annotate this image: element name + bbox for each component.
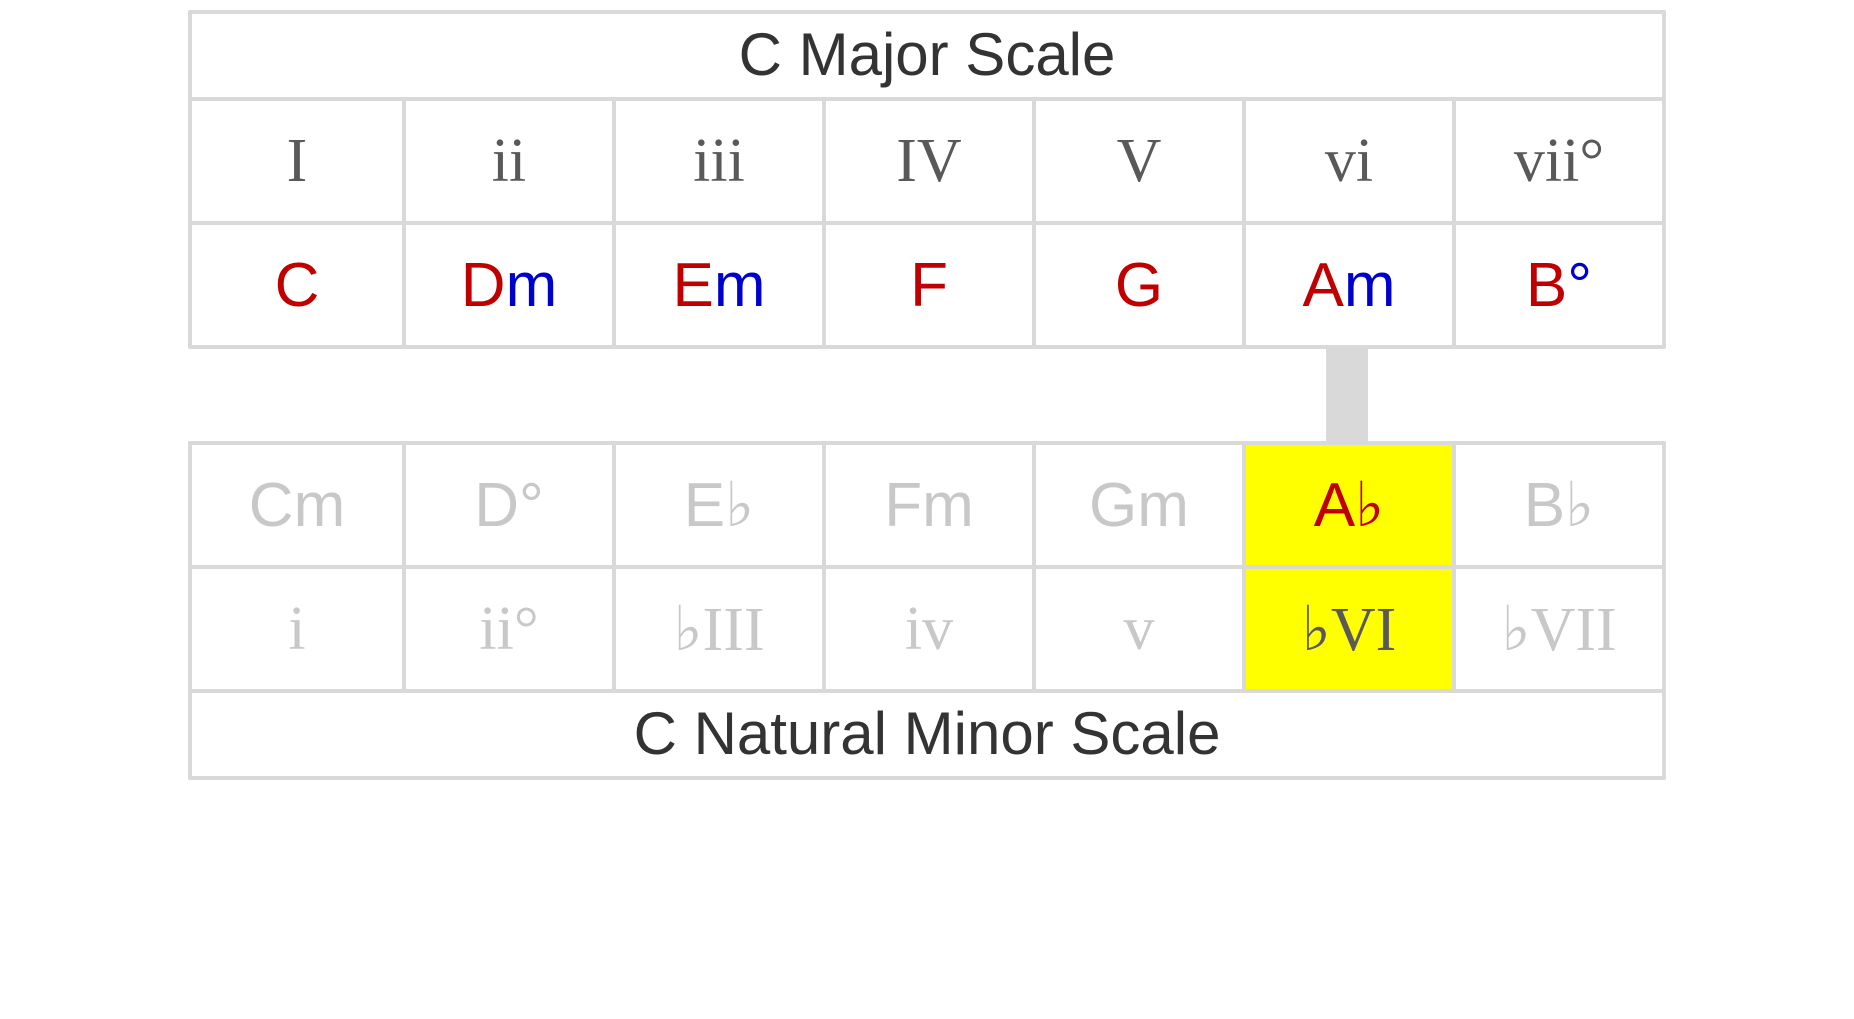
chord-cell: F xyxy=(822,225,1032,345)
major-scale-block: C Major Scale I ii iii IV V vi vii° C Dm… xyxy=(188,10,1666,349)
roman-numeral: ♭VII xyxy=(1501,592,1616,666)
roman-numeral: vii° xyxy=(1514,126,1604,197)
roman-numeral: ii° xyxy=(479,594,538,665)
roman-numeral: ♭III xyxy=(673,592,764,666)
minor-scale-block: Cm D° E♭ Fm Gm A♭ B♭ i ii° ♭III iv v ♭VI… xyxy=(188,441,1666,780)
connector-bar xyxy=(1326,349,1368,441)
chord-cell: E♭ xyxy=(612,445,822,565)
chord-cell: Dm xyxy=(402,225,612,345)
roman-numeral: iv xyxy=(905,594,953,665)
chord-cell: C xyxy=(192,225,402,345)
chord-cell: B° xyxy=(1452,225,1662,345)
roman-numeral: vi xyxy=(1325,126,1373,197)
roman-numeral: ii xyxy=(492,126,526,197)
roman-numeral: i xyxy=(288,594,305,665)
chord-cell: Em xyxy=(612,225,822,345)
minor-chord-row: Cm D° E♭ Fm Gm A♭ B♭ xyxy=(192,445,1662,565)
scale-comparison-diagram: C Major Scale I ii iii IV V vi vii° C Dm… xyxy=(188,10,1666,780)
chord-cell: D° xyxy=(402,445,612,565)
chord-cell: Cm xyxy=(192,445,402,565)
minor-roman-row: i ii° ♭III iv v ♭VI ♭VII xyxy=(192,565,1662,689)
minor-title: C Natural Minor Scale xyxy=(192,689,1662,776)
chord-cell: B♭ xyxy=(1452,445,1662,565)
major-chord-row: C Dm Em F G Am B° xyxy=(192,221,1662,345)
chord-cell: Gm xyxy=(1032,445,1242,565)
roman-numeral-highlight: ♭VI xyxy=(1302,592,1397,666)
roman-numeral: iii xyxy=(693,126,745,197)
chord-cell: Fm xyxy=(822,445,1032,565)
chord-cell: Am xyxy=(1242,225,1452,345)
roman-numeral: IV xyxy=(896,126,961,197)
major-title: C Major Scale xyxy=(192,14,1662,101)
major-roman-row: I ii iii IV V vi vii° xyxy=(192,101,1662,221)
chord-cell: G xyxy=(1032,225,1242,345)
roman-numeral: I xyxy=(287,126,308,197)
chord-cell-highlight: A♭ xyxy=(1242,445,1452,565)
roman-numeral: V xyxy=(1117,126,1162,197)
roman-numeral: v xyxy=(1124,594,1155,665)
connector-gap xyxy=(188,349,1666,441)
